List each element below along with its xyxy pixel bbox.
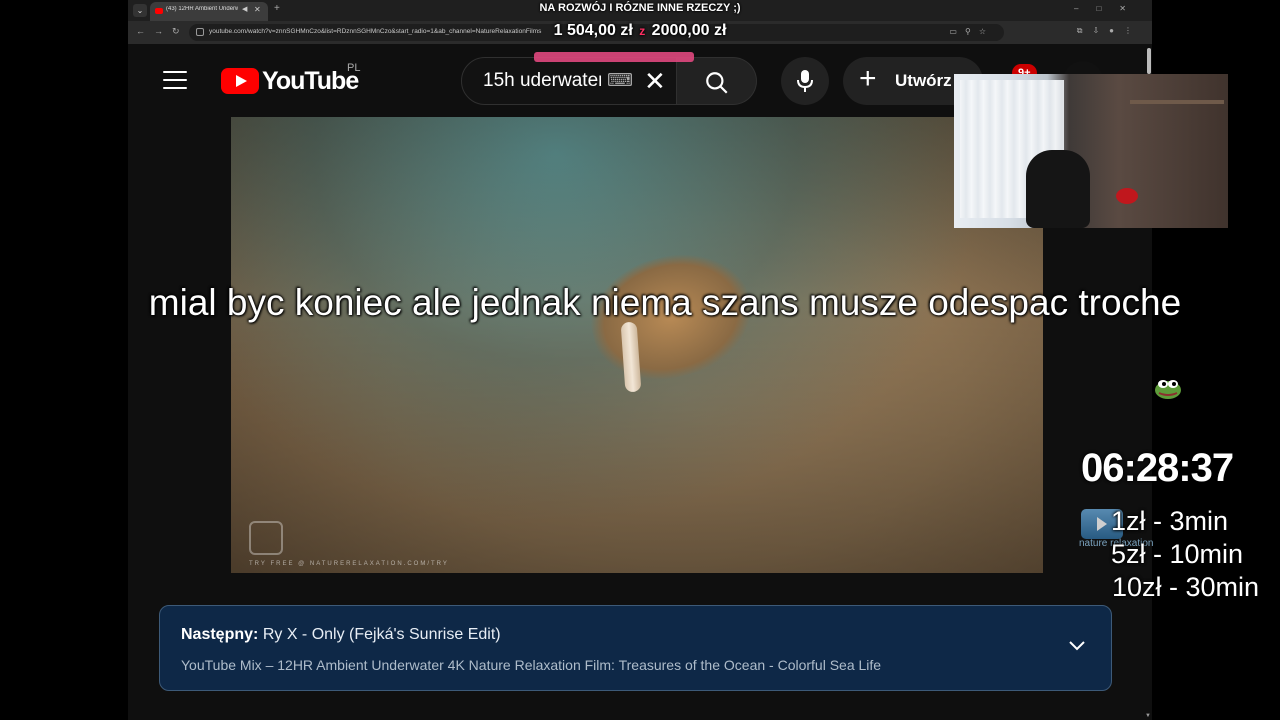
up-next-title: Następny: Ry X - Only (Fejká's Sunrise E… (181, 626, 501, 644)
pepe-emote-icon (1155, 380, 1181, 399)
search-icon (706, 72, 728, 94)
youtube-wordmark: YouTube (262, 66, 359, 95)
donation-goal-amounts: 1 504,00 zł z 2000,00 zł (0, 22, 1280, 40)
search-button[interactable] (677, 57, 757, 105)
webcam-chair (1026, 150, 1090, 228)
donation-goal-bar (534, 52, 694, 62)
donation-goal-title: NA ROZWÓJ I RÓZNE INNE RZECZY ;) (539, 2, 741, 14)
menu-icon[interactable] (163, 71, 187, 95)
price-item: 1zł - 3min (1111, 506, 1229, 536)
goal-target: 2000,00 zł (651, 22, 727, 39)
price-item: 10zł - 30min (1112, 572, 1260, 602)
price-list: 1zł - 3min 5zł - 10min 10zł - 30min (1111, 505, 1259, 604)
search-input[interactable]: 15h uderwater ⌨ ✕ (461, 57, 677, 105)
create-label: Utwórz (895, 71, 952, 90)
scrollbar[interactable] (1147, 48, 1151, 74)
search-query[interactable]: 15h uderwater (483, 70, 601, 92)
chevron-down-icon[interactable] (1068, 640, 1086, 652)
clear-icon[interactable]: ✕ (644, 66, 666, 97)
youtube-play-icon (221, 68, 259, 94)
up-next-playlist: YouTube Mix – 12HR Ambient Underwater 4K… (181, 657, 882, 673)
scroll-down-icon[interactable]: ▼ (1145, 713, 1151, 719)
voice-search-button[interactable] (781, 57, 829, 105)
plus-icon: + (859, 62, 877, 95)
webcam-object (1116, 188, 1138, 204)
subathon-timer: 06:28:37 (1081, 446, 1234, 490)
watermark-logo-icon (249, 521, 283, 555)
up-next-panel[interactable]: Następny: Ry X - Only (Fejká's Sunrise E… (159, 605, 1112, 691)
video-watermark: TRY FREE @ NATURERELAXATION.COM/TRY (249, 561, 449, 567)
mic-icon (797, 70, 813, 92)
stream-caption: mial byc koniec ale jednak niema szans m… (148, 282, 1182, 323)
goal-current: 1 504,00 zł (553, 22, 633, 39)
youtube-logo[interactable]: YouTube (221, 66, 359, 95)
webcam-shelf (1130, 100, 1224, 104)
keyboard-icon[interactable]: ⌨ (607, 70, 633, 91)
region-code: PL (347, 62, 361, 74)
up-next-label: Następny: (181, 626, 259, 643)
goal-separator: z (639, 24, 646, 38)
price-item: 5zł - 10min (1111, 539, 1244, 569)
up-next-track: Ry X - Only (Fejká's Sunrise Edit) (262, 626, 501, 643)
webcam-feed (954, 74, 1228, 228)
video-player[interactable]: TRY FREE @ NATURERELAXATION.COM/TRY (231, 117, 1043, 573)
